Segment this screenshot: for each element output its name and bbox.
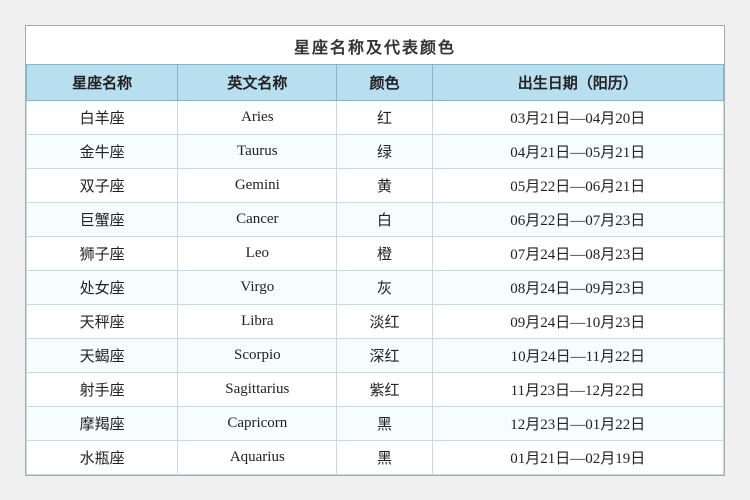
cell-en: Sagittarius [178, 372, 337, 406]
cell-en: Scorpio [178, 338, 337, 372]
cell-color: 黑 [337, 440, 432, 474]
cell-color: 绿 [337, 134, 432, 168]
cell-date: 05月22日—06月21日 [432, 168, 723, 202]
table-row: 巨蟹座Cancer白06月22日—07月23日 [27, 202, 724, 236]
cell-zh: 摩羯座 [27, 406, 178, 440]
cell-date: 03月21日—04月20日 [432, 100, 723, 134]
cell-date: 04月21日—05月21日 [432, 134, 723, 168]
cell-en: Virgo [178, 270, 337, 304]
cell-en: Taurus [178, 134, 337, 168]
cell-date: 10月24日—11月22日 [432, 338, 723, 372]
header-color: 颜色 [337, 64, 432, 100]
cell-color: 白 [337, 202, 432, 236]
table-row: 双子座Gemini黄05月22日—06月21日 [27, 168, 724, 202]
cell-en: Aries [178, 100, 337, 134]
table-header-row: 星座名称 英文名称 颜色 出生日期（阳历） [27, 64, 724, 100]
cell-zh: 双子座 [27, 168, 178, 202]
cell-color: 淡红 [337, 304, 432, 338]
cell-zh: 白羊座 [27, 100, 178, 134]
header-date: 出生日期（阳历） [432, 64, 723, 100]
cell-color: 橙 [337, 236, 432, 270]
cell-date: 09月24日—10月23日 [432, 304, 723, 338]
cell-date: 06月22日—07月23日 [432, 202, 723, 236]
cell-en: Capricorn [178, 406, 337, 440]
cell-date: 07月24日—08月23日 [432, 236, 723, 270]
cell-color: 红 [337, 100, 432, 134]
cell-zh: 射手座 [27, 372, 178, 406]
cell-color: 灰 [337, 270, 432, 304]
table-row: 摩羯座Capricorn黑12月23日—01月22日 [27, 406, 724, 440]
table-row: 射手座Sagittarius紫红11月23日—12月22日 [27, 372, 724, 406]
cell-en: Cancer [178, 202, 337, 236]
cell-en: Gemini [178, 168, 337, 202]
header-zh: 星座名称 [27, 64, 178, 100]
cell-zh: 天秤座 [27, 304, 178, 338]
cell-date: 01月21日—02月19日 [432, 440, 723, 474]
table-row: 处女座Virgo灰08月24日—09月23日 [27, 270, 724, 304]
cell-color: 紫红 [337, 372, 432, 406]
table-row: 天秤座Libra淡红09月24日—10月23日 [27, 304, 724, 338]
cell-date: 11月23日—12月22日 [432, 372, 723, 406]
cell-zh: 巨蟹座 [27, 202, 178, 236]
cell-en: Aquarius [178, 440, 337, 474]
table-row: 水瓶座Aquarius黑01月21日—02月19日 [27, 440, 724, 474]
table-row: 狮子座Leo橙07月24日—08月23日 [27, 236, 724, 270]
zodiac-table: 星座名称 英文名称 颜色 出生日期（阳历） 白羊座Aries红03月21日—04… [26, 64, 724, 475]
cell-zh: 金牛座 [27, 134, 178, 168]
cell-color: 黑 [337, 406, 432, 440]
table-row: 天蝎座Scorpio深红10月24日—11月22日 [27, 338, 724, 372]
page-title: 星座名称及代表颜色 [26, 26, 724, 64]
header-en: 英文名称 [178, 64, 337, 100]
cell-color: 黄 [337, 168, 432, 202]
cell-date: 08月24日—09月23日 [432, 270, 723, 304]
cell-zh: 天蝎座 [27, 338, 178, 372]
cell-zh: 处女座 [27, 270, 178, 304]
table-row: 白羊座Aries红03月21日—04月20日 [27, 100, 724, 134]
cell-date: 12月23日—01月22日 [432, 406, 723, 440]
cell-zh: 水瓶座 [27, 440, 178, 474]
cell-en: Leo [178, 236, 337, 270]
cell-zh: 狮子座 [27, 236, 178, 270]
table-row: 金牛座Taurus绿04月21日—05月21日 [27, 134, 724, 168]
cell-en: Libra [178, 304, 337, 338]
cell-color: 深红 [337, 338, 432, 372]
main-container: 星座名称及代表颜色 星座名称 英文名称 颜色 出生日期（阳历） 白羊座Aries… [25, 25, 725, 476]
